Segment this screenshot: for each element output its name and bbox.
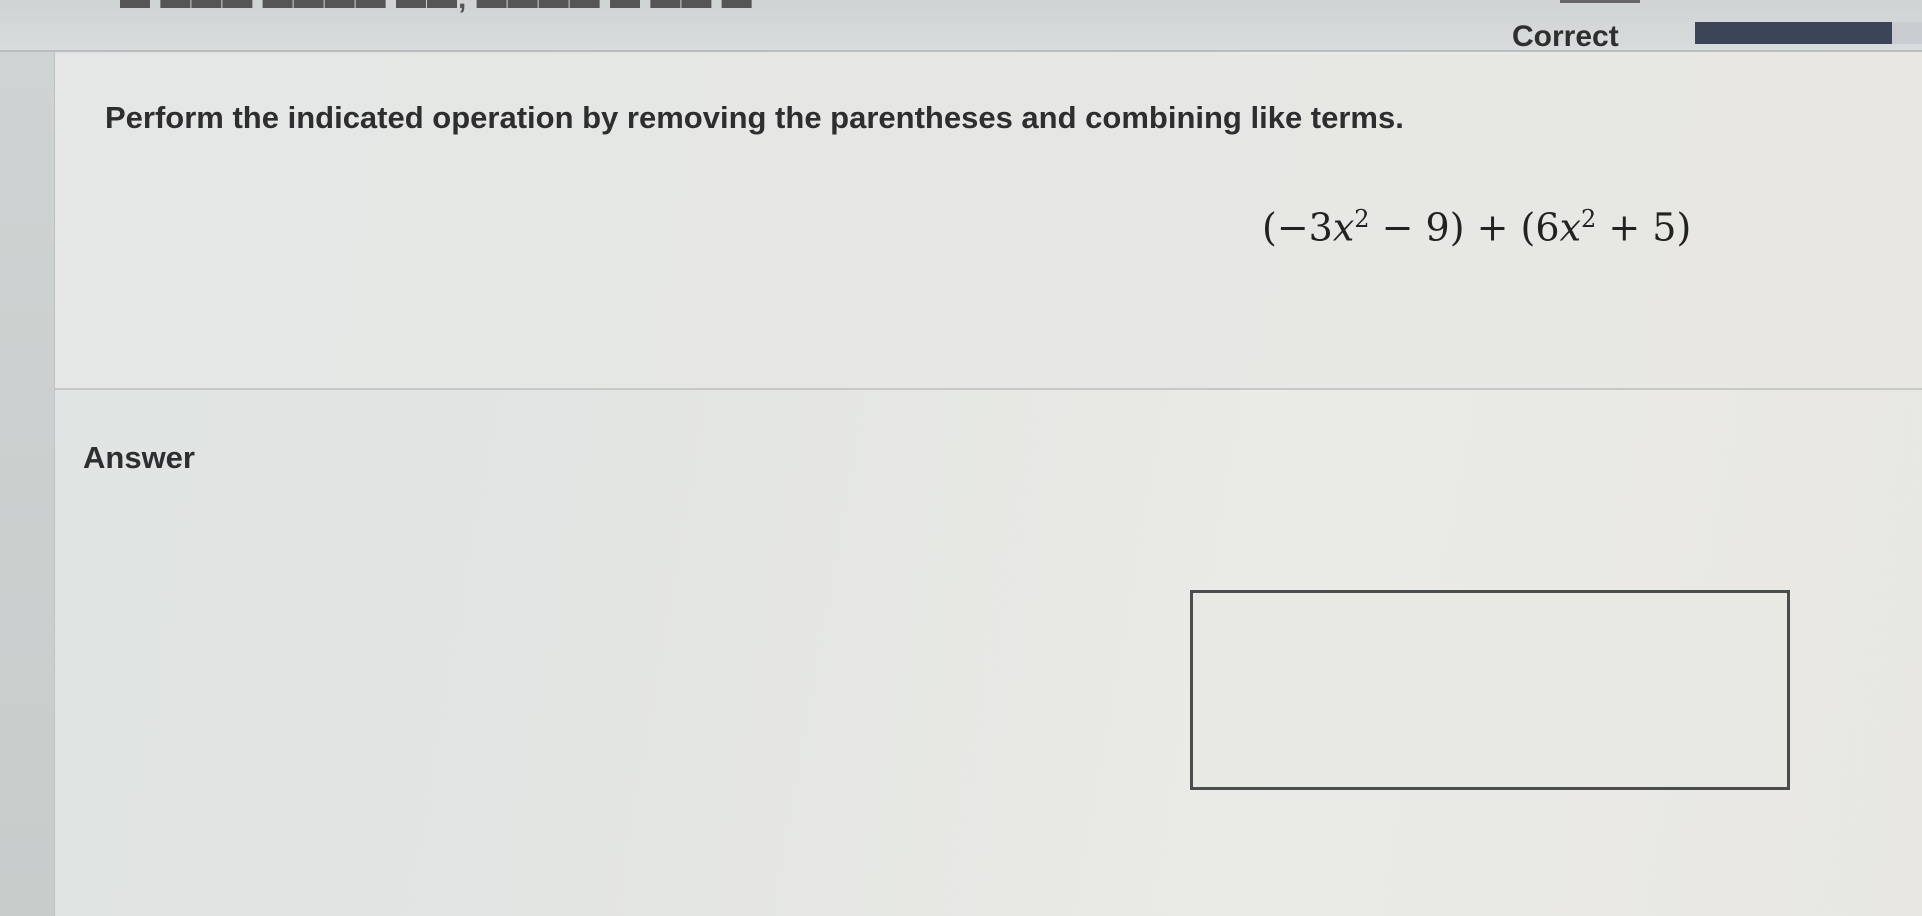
header-title-cut: ▬ ▬▬▬ ▬▬▬▬ ▬▬, ▬▬▬▬ ▬ ▬▬ ▬ [120,0,753,16]
answer-label: Answer [83,440,195,475]
answer-input[interactable] [1190,590,1790,790]
left-margin-panel [0,52,55,916]
expr-var1: x [1332,205,1355,250]
math-expression: (−3x2 − 9) + (6x2 + 5) [1262,205,1691,250]
expr-close: + 5) [1596,205,1692,250]
top-header-strip: ▬ ▬▬▬ ▬▬▬▬ ▬▬, ▬▬▬▬ ▬ ▬▬ ▬ ▬▬▬▬ Correct [0,0,1922,53]
expr-exp1: 2 [1354,205,1370,233]
header-progress-count-cut: ▬▬▬▬ [1560,0,1640,9]
status-correct-label: Correct [1512,20,1619,53]
progress-bar-fill [1695,22,1892,44]
question-instruction: Perform the indicated operation by remov… [105,100,1404,135]
expr-mid: − 9) + (6 [1369,205,1560,250]
expr-exp2: 2 [1581,205,1597,233]
expr-var2: x [1559,205,1581,250]
progress-bar [1695,22,1922,44]
expr-open1: (−3 [1262,205,1333,250]
